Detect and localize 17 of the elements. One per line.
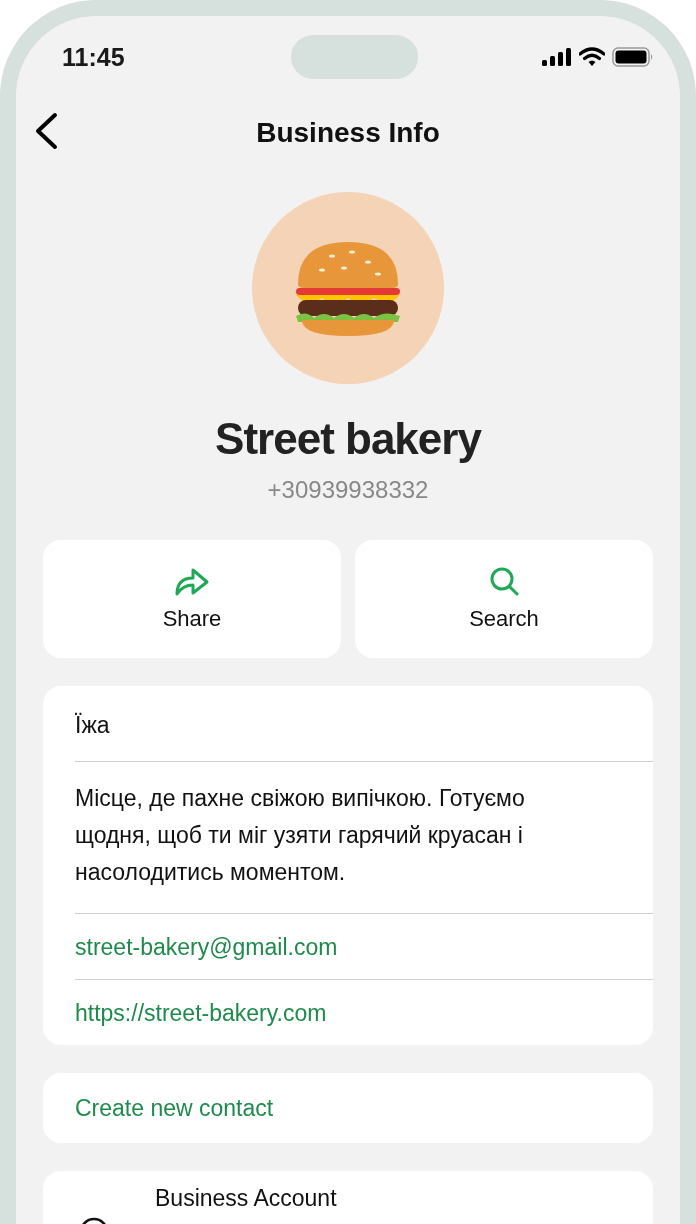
search-button[interactable]: Search [355,540,653,658]
share-button[interactable]: Share [43,540,341,658]
business-name: Street bakery [215,414,481,464]
wifi-icon [579,47,605,67]
battery-icon [612,47,654,67]
category-text: Їжа [75,686,653,762]
email-link[interactable]: street-bakery@gmail.com [75,914,653,980]
share-arrow-icon [174,566,210,598]
description-text: Місце, де пахне свіжою випічкою. Готуємо щодня, щоб ти міг узяти гарячий круасан і насолодитись моментом. [75,762,653,914]
back-button[interactable] [34,112,58,150]
website-link[interactable]: https://street-bakery.com [75,980,653,1045]
create-contact-button[interactable]: Create new contact [43,1073,653,1143]
status-time: 11:45 [62,42,126,72]
signal-icon [542,48,572,66]
business-account-title: Business Account [155,1185,337,1212]
page-title: Business Info [256,117,440,149]
phone-number: +30939938332 [267,476,429,504]
